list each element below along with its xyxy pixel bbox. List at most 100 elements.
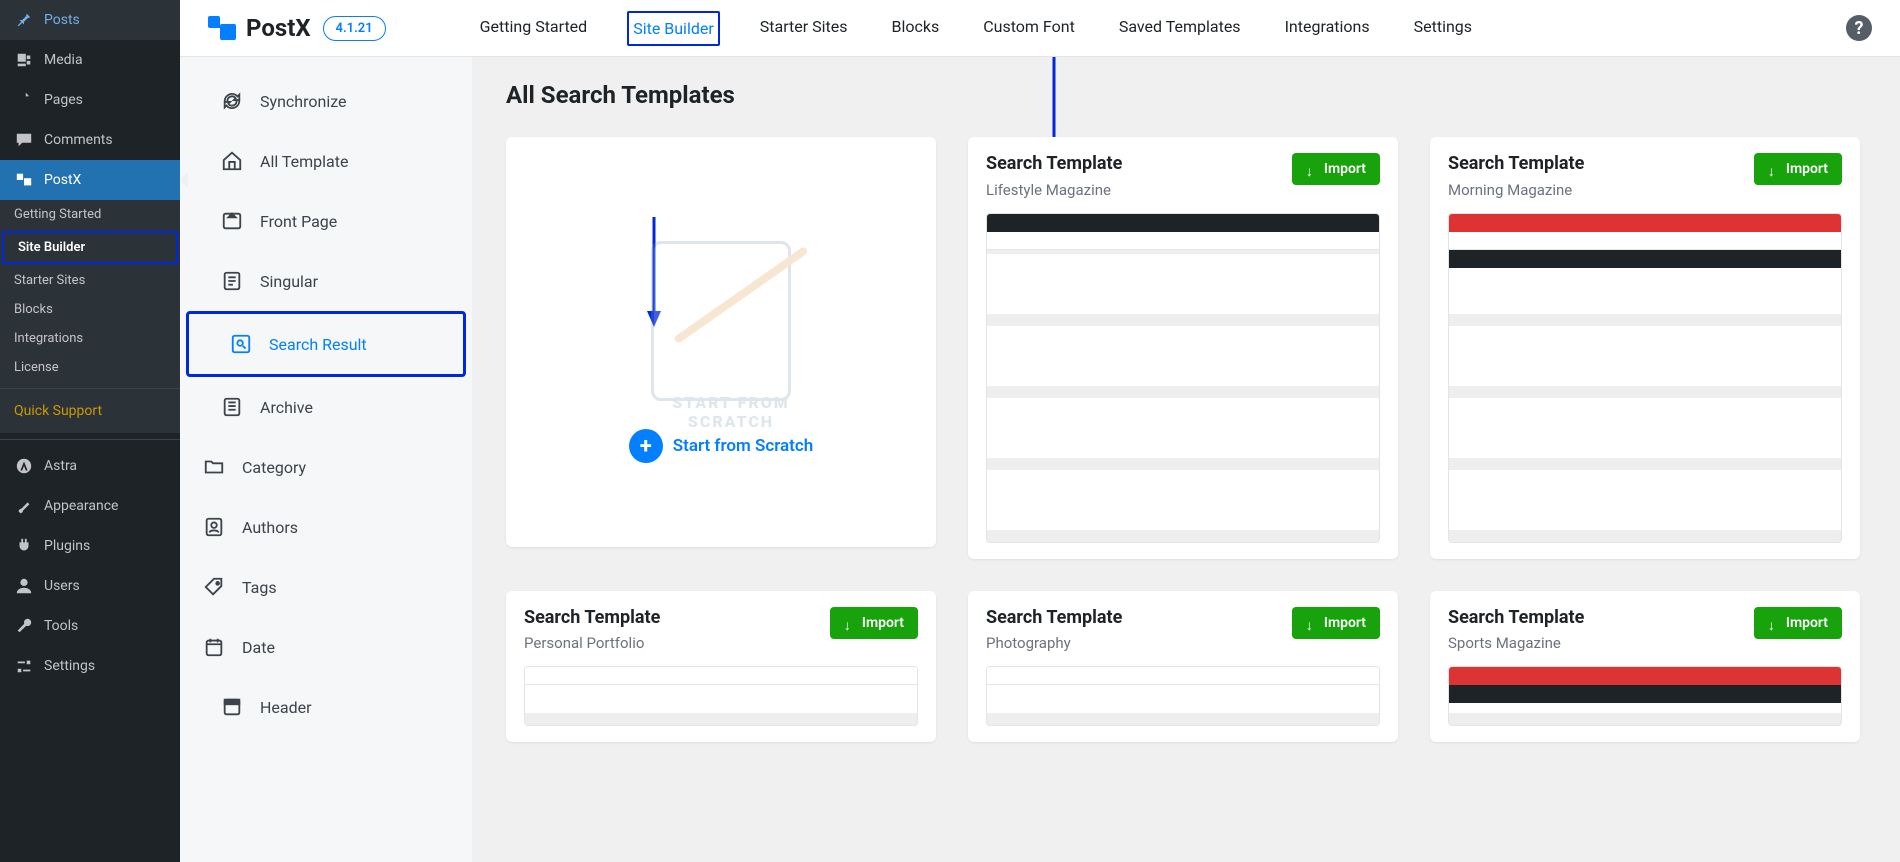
sidebar-label: Astra bbox=[44, 458, 77, 474]
template-card: Search Template Sports Magazine Import bbox=[1430, 591, 1860, 743]
builder-nav-singular[interactable]: Singular bbox=[180, 251, 472, 311]
sidebar-submenu-postx: Getting Started Site Builder Starter Sit… bbox=[0, 200, 180, 433]
sidebar-item-comments[interactable]: Comments bbox=[0, 120, 180, 160]
builder-body: Synchronize All Template Front Page Sing… bbox=[180, 57, 1900, 862]
download-icon bbox=[1768, 164, 1778, 174]
postx-logo-icon bbox=[208, 16, 236, 40]
sidebar-label: Users bbox=[44, 578, 80, 594]
builder-nav-tags[interactable]: Tags bbox=[180, 557, 472, 617]
builder-nav-label: All Template bbox=[260, 152, 348, 171]
page-title: All Search Templates bbox=[506, 81, 1860, 109]
builder-nav-category[interactable]: Category bbox=[180, 437, 472, 497]
import-button[interactable]: Import bbox=[1754, 607, 1842, 639]
header-icon bbox=[220, 695, 244, 719]
sidebar-item-posts[interactable]: Posts bbox=[0, 0, 180, 40]
import-label: Import bbox=[1324, 615, 1366, 631]
sidebar-item-tools[interactable]: Tools bbox=[0, 606, 180, 646]
wp-admin-sidebar: Posts Media Pages Comments PostX Getting… bbox=[0, 0, 180, 862]
import-button[interactable]: Import bbox=[1292, 607, 1380, 639]
start-from-scratch-card[interactable]: START FROM SCRATCH + Start from Scratch bbox=[506, 137, 936, 547]
sidebar-item-appearance[interactable]: Appearance bbox=[0, 486, 180, 526]
sliders-icon bbox=[14, 656, 34, 676]
import-label: Import bbox=[1786, 161, 1828, 177]
tag-icon bbox=[202, 575, 226, 599]
template-grid: START FROM SCRATCH + Start from Scratch … bbox=[506, 137, 1860, 742]
sidebar-sub-getting-started[interactable]: Getting Started bbox=[0, 200, 180, 229]
scratch-illustration: START FROM SCRATCH bbox=[621, 221, 821, 421]
sidebar-sub-integrations[interactable]: Integrations bbox=[0, 324, 180, 353]
authors-icon bbox=[202, 515, 226, 539]
builder-nav-label: Authors bbox=[242, 518, 298, 537]
tab-starter-sites[interactable]: Starter Sites bbox=[756, 11, 852, 46]
builder-nav-front-page[interactable]: Front Page bbox=[180, 191, 472, 251]
import-button[interactable]: Import bbox=[830, 607, 918, 639]
sidebar-item-astra[interactable]: Astra bbox=[0, 446, 180, 486]
sidebar-label: Pages bbox=[44, 92, 83, 108]
divider bbox=[0, 439, 180, 440]
sidebar-sub-blocks[interactable]: Blocks bbox=[0, 295, 180, 324]
builder-nav-authors[interactable]: Authors bbox=[180, 497, 472, 557]
version-badge: 4.1.21 bbox=[323, 16, 386, 41]
import-button[interactable]: Import bbox=[1754, 153, 1842, 185]
template-preview[interactable] bbox=[1448, 213, 1842, 543]
topbar: PostX 4.1.21 Getting Started Site Builde… bbox=[180, 0, 1900, 57]
template-card: Search Template Photography Import bbox=[968, 591, 1398, 743]
tab-blocks[interactable]: Blocks bbox=[888, 11, 944, 46]
tab-site-builder[interactable]: Site Builder bbox=[627, 11, 720, 46]
tab-integrations[interactable]: Integrations bbox=[1281, 11, 1374, 46]
top-nav: Getting Started Site Builder Starter Sit… bbox=[476, 11, 1476, 46]
sidebar-label: Posts bbox=[44, 12, 80, 28]
wrench-icon bbox=[14, 616, 34, 636]
builder-nav-label: Singular bbox=[260, 272, 318, 291]
sidebar-sub-license[interactable]: License bbox=[0, 353, 180, 382]
sidebar-item-settings[interactable]: Settings bbox=[0, 646, 180, 686]
template-title: Search Template bbox=[1448, 607, 1584, 629]
sidebar-sub-quick-support[interactable]: Quick Support bbox=[0, 395, 180, 427]
builder-side-nav: Synchronize All Template Front Page Sing… bbox=[180, 57, 472, 862]
builder-nav-date[interactable]: Date bbox=[180, 617, 472, 677]
home-icon bbox=[220, 149, 244, 173]
sidebar-item-plugins[interactable]: Plugins bbox=[0, 526, 180, 566]
sync-icon bbox=[220, 89, 244, 113]
builder-nav-label: Front Page bbox=[260, 212, 337, 231]
builder-nav-label: Synchronize bbox=[260, 92, 347, 111]
media-icon bbox=[14, 50, 34, 70]
sidebar-item-users[interactable]: Users bbox=[0, 566, 180, 606]
sidebar-item-postx[interactable]: PostX bbox=[0, 160, 180, 200]
start-from-scratch-link[interactable]: + Start from Scratch bbox=[629, 429, 814, 463]
template-preview[interactable] bbox=[1448, 666, 1842, 726]
download-icon bbox=[1306, 618, 1316, 628]
template-preview[interactable] bbox=[986, 213, 1380, 543]
sidebar-label: Media bbox=[44, 52, 83, 68]
builder-nav-search-result[interactable]: Search Result bbox=[186, 311, 466, 377]
sidebar-sub-site-builder[interactable]: Site Builder bbox=[2, 231, 178, 264]
import-label: Import bbox=[1324, 161, 1366, 177]
plugin-icon bbox=[14, 536, 34, 556]
builder-nav-header[interactable]: Header bbox=[180, 677, 472, 737]
template-subtitle: Lifestyle Magazine bbox=[986, 181, 1122, 199]
sidebar-item-media[interactable]: Media bbox=[0, 40, 180, 80]
builder-nav-label: Header bbox=[260, 698, 312, 717]
pin-icon bbox=[14, 10, 34, 30]
folder-icon bbox=[202, 455, 226, 479]
tab-settings[interactable]: Settings bbox=[1410, 11, 1476, 46]
template-preview[interactable] bbox=[524, 666, 918, 726]
sidebar-label: Tools bbox=[44, 618, 78, 634]
brand[interactable]: PostX bbox=[208, 14, 311, 42]
template-preview[interactable] bbox=[986, 666, 1380, 726]
import-button[interactable]: Import bbox=[1292, 153, 1380, 185]
sidebar-item-pages[interactable]: Pages bbox=[0, 80, 180, 120]
postx-icon bbox=[14, 170, 34, 190]
builder-nav-all-template[interactable]: All Template bbox=[180, 131, 472, 191]
sidebar-sub-starter-sites[interactable]: Starter Sites bbox=[0, 266, 180, 295]
builder-nav-synchronize[interactable]: Synchronize bbox=[180, 71, 472, 131]
help-icon[interactable]: ? bbox=[1846, 15, 1872, 41]
template-title: Search Template bbox=[986, 153, 1122, 175]
template-card: Search Template Lifestyle Magazine Impor… bbox=[968, 137, 1398, 559]
builder-nav-archive[interactable]: Archive bbox=[180, 377, 472, 437]
tab-saved-templates[interactable]: Saved Templates bbox=[1115, 11, 1245, 46]
search-result-icon bbox=[229, 332, 253, 356]
page-icon bbox=[14, 90, 34, 110]
tab-custom-font[interactable]: Custom Font bbox=[979, 11, 1079, 46]
tab-getting-started[interactable]: Getting Started bbox=[476, 11, 592, 46]
